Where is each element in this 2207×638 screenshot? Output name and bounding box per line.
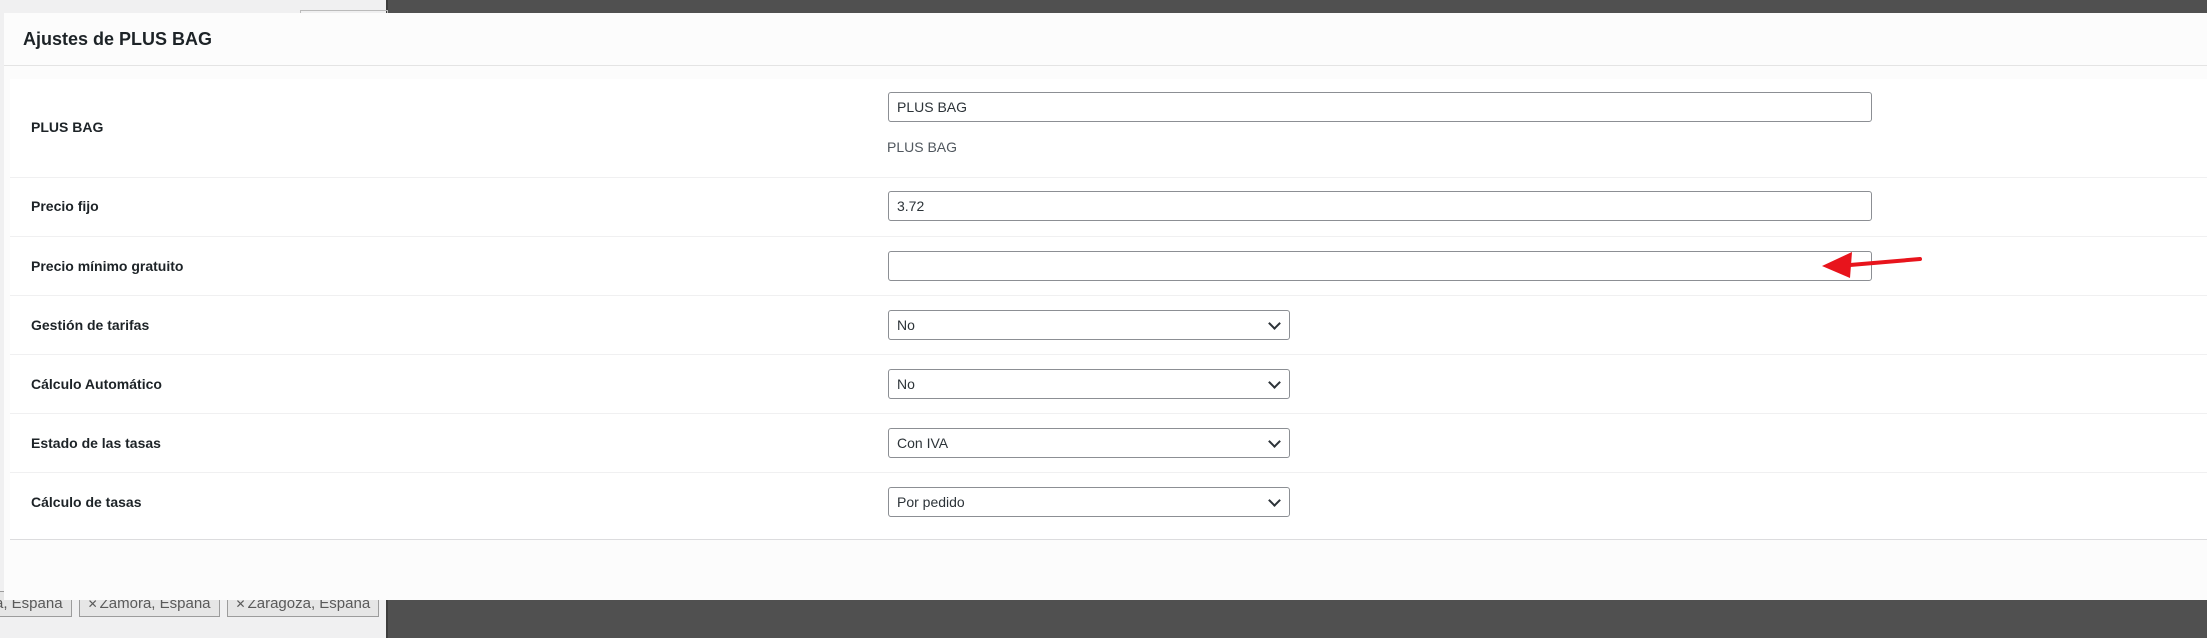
select-value: Con IVA <box>897 435 949 451</box>
estado-tasas-select[interactable]: Con IVA <box>888 428 1290 458</box>
calculo-tasas-row: Cálculo de tasas Por pedido <box>10 472 2207 538</box>
calculo-tasas-select[interactable]: Por pedido <box>888 487 1290 517</box>
chevron-down-icon <box>1268 376 1281 389</box>
precio-minimo-label: Precio mínimo gratuito <box>31 258 184 274</box>
precio-minimo-input[interactable] <box>888 251 1872 281</box>
chevron-down-icon <box>1268 317 1281 330</box>
plus-bag-label: PLUS BAG <box>31 119 104 135</box>
plus-bag-row: PLUS BAG PLUS BAG <box>10 79 2207 178</box>
precio-fijo-label: Precio fijo <box>31 198 99 214</box>
calculo-automatico-row: Cálculo Automático No <box>10 354 2207 414</box>
modal-header: Ajustes de PLUS BAG <box>4 13 2207 66</box>
calculo-automatico-label: Cálculo Automático <box>31 376 162 392</box>
settings-modal: Ajustes de PLUS BAG PLUS BAG PLUS BAG Pr… <box>4 13 2207 600</box>
select-value: No <box>897 317 915 333</box>
plus-bag-input[interactable] <box>888 92 1872 122</box>
modal-footer <box>4 541 2207 600</box>
precio-fijo-input[interactable] <box>888 191 1872 221</box>
precio-fijo-row: Precio fijo <box>10 177 2207 237</box>
select-value: Por pedido <box>897 494 965 510</box>
gestion-tarifas-label: Gestión de tarifas <box>31 317 150 333</box>
estado-tasas-label: Estado de las tasas <box>31 435 161 451</box>
calculo-automatico-select[interactable]: No <box>888 369 1290 399</box>
gestion-tarifas-select[interactable]: No <box>888 310 1290 340</box>
calculo-tasas-label: Cálculo de tasas <box>31 494 142 510</box>
red-arrow-icon <box>1822 252 1922 278</box>
modal-title: Ajustes de PLUS BAG <box>23 28 213 49</box>
estado-tasas-row: Estado de las tasas Con IVA <box>10 413 2207 473</box>
chevron-down-icon <box>1268 435 1281 448</box>
gestion-tarifas-row: Gestión de tarifas No <box>10 295 2207 355</box>
settings-form: PLUS BAG PLUS BAG Precio fijo Precio mín… <box>10 79 2207 540</box>
plus-bag-description: PLUS BAG <box>887 139 958 155</box>
chevron-down-icon <box>1268 494 1281 507</box>
select-value: No <box>897 376 915 392</box>
